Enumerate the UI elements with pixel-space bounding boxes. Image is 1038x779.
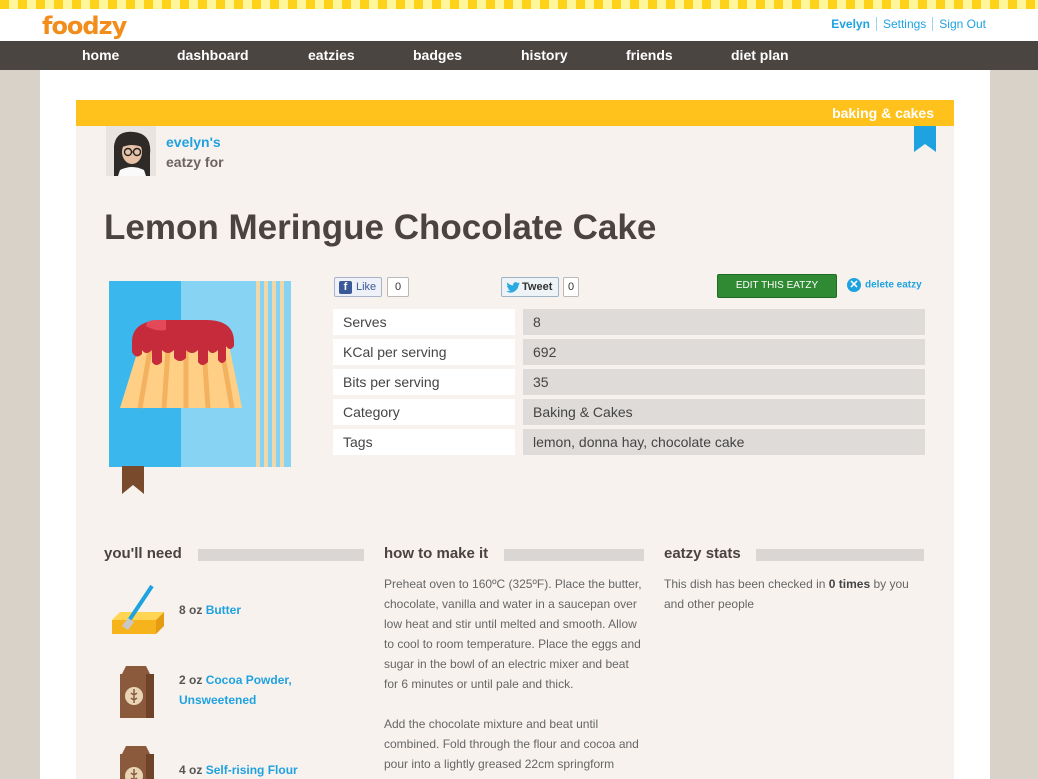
ingredient-text: 2 oz Cocoa Powder, Unsweetened	[179, 670, 292, 710]
ingredient-name-link[interactable]: Cocoa Powder,	[206, 673, 292, 687]
ingredient-name-link[interactable]: Unsweetened	[179, 693, 256, 707]
twitter-bird-icon	[506, 282, 520, 293]
tweet-button[interactable]: Tweet	[501, 277, 559, 297]
stats-text: This dish has been checked in 0 times by…	[664, 574, 926, 614]
fact-row: Category Baking & Cakes	[333, 399, 925, 429]
like-count: 0	[387, 277, 409, 297]
nav-eatzies[interactable]: eatzies	[308, 47, 355, 63]
nav-home[interactable]: home	[82, 47, 119, 63]
recipe-card: baking & cakes evelyn's eatzy for Lemon …	[76, 100, 954, 779]
butter-icon	[112, 584, 164, 634]
user-links: Evelyn Settings Sign Out	[825, 17, 986, 31]
nav-friends[interactable]: friends	[626, 47, 673, 63]
avatar[interactable]	[106, 126, 156, 176]
cake-book-illustration	[109, 281, 291, 494]
ingredient-item: 8 oz Butter	[106, 580, 366, 644]
ingredient-name-link[interactable]: Self-rising Flour	[206, 763, 298, 777]
checkin-count: 0 times	[828, 577, 871, 591]
user-name-link[interactable]: Evelyn	[825, 17, 876, 31]
fact-key: KCal per serving	[333, 339, 515, 365]
ingredient-qty: 4 oz	[179, 763, 203, 777]
bookmark-icon[interactable]	[914, 126, 936, 152]
nav-diet-plan[interactable]: diet plan	[731, 47, 789, 63]
fact-row: KCal per serving 692	[333, 339, 925, 369]
owner-subtitle: eatzy for	[166, 154, 224, 170]
ingredient-item: 2 oz Cocoa Powder, Unsweetened	[106, 660, 366, 724]
flour-bag-icon	[120, 746, 154, 779]
fact-value: 8	[523, 309, 925, 335]
ingredients-divider	[198, 549, 364, 561]
nav-dashboard[interactable]: dashboard	[177, 47, 249, 63]
method-paragraph: Add the chocolate mixture and beat until…	[384, 717, 639, 771]
settings-link[interactable]: Settings	[875, 17, 933, 31]
fact-value: 35	[523, 369, 925, 395]
category-bar: baking & cakes	[76, 100, 954, 126]
flour-bag-icon	[120, 666, 154, 718]
fact-row: Bits per serving 35	[333, 369, 925, 399]
tweet-count: 0	[563, 277, 579, 297]
nav-badges[interactable]: badges	[413, 47, 462, 63]
edit-eatzy-button[interactable]: EDIT THIS EATZY	[717, 274, 837, 298]
owner-name[interactable]: evelyn's	[166, 134, 221, 150]
fact-value: Baking & Cakes	[523, 399, 925, 425]
method-divider	[504, 549, 644, 561]
fact-key: Tags	[333, 429, 515, 455]
recipe-title: Lemon Meringue Chocolate Cake	[104, 208, 657, 247]
fact-row: Serves 8	[333, 309, 925, 339]
stats-heading: eatzy stats	[664, 545, 741, 562]
fact-key: Serves	[333, 309, 515, 335]
nav-history[interactable]: history	[521, 47, 568, 63]
delete-eatzy-link[interactable]: ✕ delete eatzy	[847, 278, 922, 292]
ingredients-heading: you'll need	[104, 545, 182, 562]
fact-value: 692	[523, 339, 925, 365]
like-label: Like	[356, 281, 377, 293]
page-container: baking & cakes evelyn's eatzy for Lemon …	[40, 70, 990, 779]
fact-key: Bits per serving	[333, 369, 515, 395]
fact-value: lemon, donna hay, chocolate cake	[523, 429, 925, 455]
tweet-label: Tweet	[522, 281, 553, 293]
foodzy-logo[interactable]: foodzy	[42, 12, 127, 40]
ingredient-qty: 8 oz	[179, 603, 203, 617]
ingredient-text: 4 oz Self-rising Flour	[179, 760, 298, 779]
method-paragraph: Preheat oven to 160ºC (325ºF). Place the…	[384, 577, 642, 691]
fact-key: Category	[333, 399, 515, 425]
ingredient-text: 8 oz Butter	[179, 600, 241, 620]
facebook-icon: f	[339, 281, 352, 294]
ingredient-name-link[interactable]: Butter	[206, 603, 241, 617]
ingredient-item: 4 oz Self-rising Flour	[106, 740, 366, 779]
top-bar: foodzy Evelyn Settings Sign Out	[0, 9, 1038, 41]
sign-out-link[interactable]: Sign Out	[932, 17, 986, 31]
category-label[interactable]: baking & cakes	[832, 105, 934, 121]
recipe-facts-table: Serves 8 KCal per serving 692 Bits per s…	[333, 309, 925, 459]
top-stripe	[0, 0, 1038, 9]
method-heading: how to make it	[384, 545, 489, 562]
main-nav: home dashboard eatzies badges history fr…	[0, 41, 1038, 70]
ingredient-qty: 2 oz	[179, 673, 203, 687]
stats-prefix: This dish has been checked in	[664, 577, 826, 591]
stats-divider	[756, 549, 924, 561]
close-circle-icon: ✕	[847, 278, 861, 292]
facebook-like-button[interactable]: f Like	[334, 277, 382, 297]
delete-label: delete eatzy	[865, 279, 922, 291]
fact-row: Tags lemon, donna hay, chocolate cake	[333, 429, 925, 459]
